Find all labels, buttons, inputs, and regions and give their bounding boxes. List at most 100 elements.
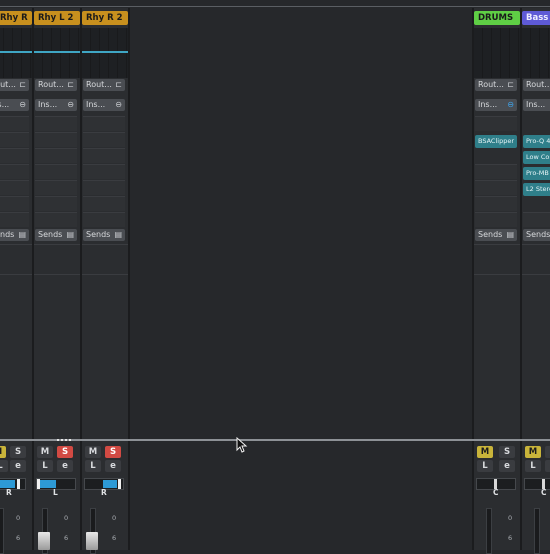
- top-border: [0, 6, 550, 7]
- insert-slot[interactable]: [35, 116, 77, 131]
- insert-slot[interactable]: [475, 164, 517, 179]
- routing-button[interactable]: Rout...: [523, 79, 550, 91]
- link-button[interactable]: L: [37, 460, 53, 472]
- insert-slot[interactable]: [83, 196, 125, 211]
- mute-button[interactable]: M: [85, 446, 101, 458]
- link-button[interactable]: L: [525, 460, 541, 472]
- sends-button[interactable]: Sends▤: [0, 229, 29, 241]
- insert-slot[interactable]: [83, 212, 125, 227]
- sends-label: Sends: [478, 230, 503, 239]
- insert-slot[interactable]: [83, 132, 125, 147]
- sends-label: Sends: [86, 230, 111, 239]
- solo-button[interactable]: S: [105, 446, 121, 458]
- insert-slot[interactable]: [523, 212, 550, 227]
- divider-line: [522, 244, 550, 245]
- route-icon: ⊏: [19, 80, 26, 89]
- inserts-button[interactable]: Ins... ⊖: [83, 99, 125, 111]
- mute-button[interactable]: M: [525, 446, 541, 458]
- routing-button[interactable]: Rout...⊏: [35, 79, 77, 91]
- edit-icon: e: [504, 461, 510, 471]
- splitter-grip[interactable]: [57, 439, 73, 441]
- insert-slot[interactable]: [83, 148, 125, 163]
- inserts-button[interactable]: Ins... ⊖: [475, 99, 517, 111]
- insert-slot[interactable]: [0, 116, 29, 131]
- insert-slot[interactable]: [35, 180, 77, 195]
- route-icon: ⊏: [115, 80, 122, 89]
- plugin-slot[interactable]: L2 Stereo: [523, 183, 550, 196]
- sends-label: Sends: [526, 230, 550, 239]
- mute-button[interactable]: M: [37, 446, 53, 458]
- insert-slot[interactable]: [0, 180, 29, 195]
- edit-button[interactable]: e: [57, 460, 73, 472]
- sends-button[interactable]: Sends▤: [83, 229, 125, 241]
- fader-scale-mark: 0: [64, 514, 69, 522]
- inserts-button[interactable]: Ins... ⊖: [35, 99, 77, 111]
- edit-icon: e: [15, 461, 21, 471]
- pan-control[interactable]: [0, 478, 26, 490]
- insert-slot[interactable]: [0, 196, 29, 211]
- channel-name[interactable]: Rhy R: [0, 11, 32, 25]
- sends-button[interactable]: Sends: [523, 229, 550, 241]
- edit-button[interactable]: e: [545, 460, 550, 472]
- link-button[interactable]: L: [85, 460, 101, 472]
- insert-slot[interactable]: [35, 148, 77, 163]
- volume-fader[interactable]: [534, 508, 540, 554]
- channel-name[interactable]: Rhy R 2: [82, 11, 128, 25]
- insert-slot[interactable]: [475, 196, 517, 211]
- insert-slot[interactable]: [83, 164, 125, 179]
- insert-slot[interactable]: [475, 212, 517, 227]
- strip-separator: [128, 8, 130, 550]
- solo-button[interactable]: S: [545, 446, 550, 458]
- volume-fader[interactable]: [0, 508, 4, 554]
- insert-slot[interactable]: [83, 180, 125, 195]
- insert-slot[interactable]: [35, 132, 77, 147]
- routing-button[interactable]: Rout...⊏: [83, 79, 125, 91]
- volume-fader[interactable]: [486, 508, 492, 554]
- insert-slot[interactable]: [0, 132, 29, 147]
- sends-icon: ▤: [18, 230, 26, 239]
- sends-button[interactable]: Sends▤: [35, 229, 77, 241]
- channel-name[interactable]: Rhy L 2: [34, 11, 80, 25]
- plugin-slot[interactable]: Low Cont: [523, 151, 550, 164]
- solo-button[interactable]: S: [499, 446, 515, 458]
- insert-slot[interactable]: [475, 180, 517, 195]
- level-meter: [34, 28, 80, 78]
- insert-slot[interactable]: [83, 116, 125, 131]
- fader-handle[interactable]: [38, 532, 50, 550]
- insert-slot[interactable]: [0, 164, 29, 179]
- link-button[interactable]: L: [477, 460, 493, 472]
- edit-button[interactable]: e: [10, 460, 26, 472]
- panel-splitter[interactable]: [0, 439, 550, 441]
- link-button[interactable]: L: [0, 460, 8, 472]
- plugin-slot[interactable]: BSAClipper: [475, 135, 517, 148]
- routing-button[interactable]: Rout...⊏: [475, 79, 517, 91]
- fader-scale-mark: 6: [64, 534, 69, 542]
- inserts-label: Ins...: [38, 100, 58, 109]
- plugin-slot[interactable]: Pro-MB: [523, 167, 550, 180]
- edit-button[interactable]: e: [499, 460, 515, 472]
- insert-slot[interactable]: [35, 196, 77, 211]
- insert-slot[interactable]: [35, 164, 77, 179]
- inserts-label: Ins...: [0, 100, 10, 109]
- inserts-button[interactable]: Ins... ⊖: [0, 99, 29, 111]
- divider-line: [34, 244, 80, 245]
- solo-button[interactable]: S: [57, 446, 73, 458]
- fader-scale-mark: 6: [508, 534, 513, 542]
- mute-button[interactable]: M: [0, 446, 6, 458]
- sends-button[interactable]: Sends▤: [475, 229, 517, 241]
- insert-slot[interactable]: [0, 148, 29, 163]
- inserts-button[interactable]: Ins...: [523, 99, 550, 111]
- plugin-slot[interactable]: Pro-Q 4: [523, 135, 550, 148]
- edit-button[interactable]: e: [105, 460, 121, 472]
- solo-button[interactable]: S: [10, 446, 26, 458]
- routing-button[interactable]: Rout...⊏: [0, 79, 29, 91]
- insert-slot[interactable]: [0, 212, 29, 227]
- insert-slot[interactable]: [475, 116, 517, 131]
- routing-label: Rout...: [38, 80, 64, 89]
- insert-slot[interactable]: [35, 212, 77, 227]
- fader-handle[interactable]: [86, 532, 98, 550]
- channel-name[interactable]: DRUMS: [474, 11, 520, 25]
- mute-button[interactable]: M: [477, 446, 493, 458]
- channel-name[interactable]: Bass: [522, 11, 550, 25]
- pan-value: L: [53, 488, 58, 497]
